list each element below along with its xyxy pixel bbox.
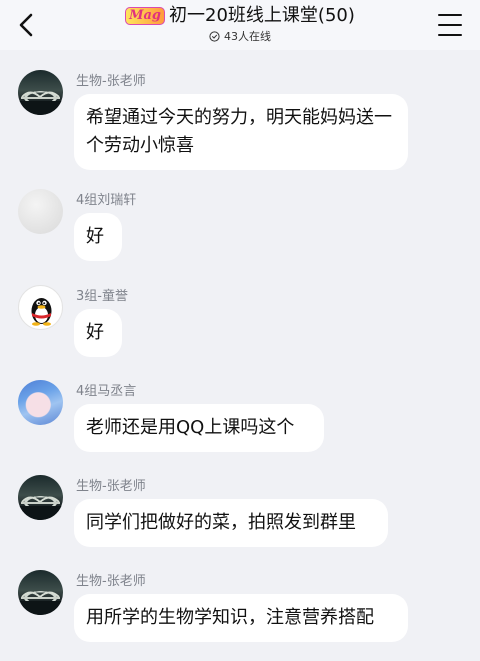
chat-title: 初一20班线上课堂(50) — [169, 5, 355, 26]
message-bubble[interactable]: 希望通过今天的努力，明天能妈妈送一个劳动小惊喜 — [74, 94, 408, 170]
chevron-left-icon — [19, 13, 33, 37]
online-status: 43人在线 — [90, 28, 390, 44]
sender-name: 4组马丞言 — [76, 384, 137, 399]
sender-name: 生物-张老师 — [76, 74, 146, 89]
online-count: 43人在线 — [224, 30, 271, 43]
chat-header: Mag 初一20班线上课堂(50) 43人在线 — [0, 0, 480, 50]
bridge-icon — [18, 496, 63, 520]
bridge-icon — [18, 91, 63, 115]
message-bubble[interactable]: 老师还是用QQ上课吗这个 — [74, 404, 324, 452]
bridge-photo-avatar[interactable] — [18, 70, 63, 115]
message-bubble[interactable]: 用所学的生物学知识，注意营养搭配 — [74, 594, 408, 642]
group-logo: Mag — [125, 7, 166, 25]
menu-icon-line — [438, 34, 462, 36]
menu-icon-line — [438, 14, 462, 16]
menu-icon-line — [438, 24, 462, 26]
bridge-icon — [18, 591, 63, 615]
qq-penguin-avatar[interactable] — [18, 285, 63, 330]
blank-avatar[interactable] — [18, 189, 63, 234]
sender-name: 生物-张老师 — [76, 479, 146, 494]
message-bubble[interactable]: 好 — [74, 309, 122, 357]
sender-name: 生物-张老师 — [76, 574, 146, 589]
anime-avatar[interactable] — [18, 380, 63, 425]
menu-button[interactable] — [438, 14, 462, 36]
back-button[interactable] — [12, 8, 40, 42]
online-check-icon — [209, 30, 220, 42]
bridge-photo-avatar[interactable] — [18, 570, 63, 615]
sender-name: 3组-童誉 — [76, 289, 128, 304]
sender-name: 4组刘瑞轩 — [76, 193, 137, 208]
penguin-icon — [31, 298, 52, 326]
message-bubble[interactable]: 好 — [74, 213, 122, 261]
bridge-photo-avatar[interactable] — [18, 475, 63, 520]
message-bubble[interactable]: 同学们把做好的菜，拍照发到群里 — [74, 499, 388, 547]
chat-title-area[interactable]: Mag 初一20班线上课堂(50) 43人在线 — [90, 4, 390, 44]
